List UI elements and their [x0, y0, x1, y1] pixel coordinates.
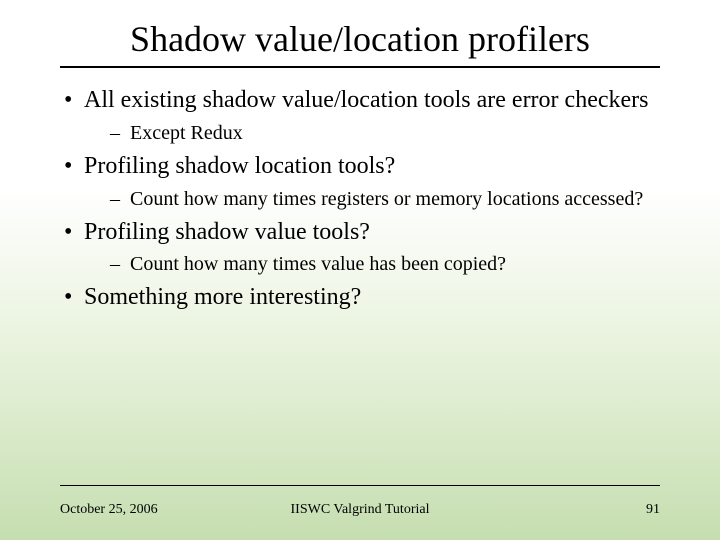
sub-bullet-text: Count how many times value has been copi… [130, 253, 506, 275]
sub-bullet-item: Count how many times value has been copi… [108, 252, 660, 277]
sub-bullet-list: Count how many times value has been copi… [84, 252, 660, 277]
footer-date: October 25, 2006 [60, 502, 158, 518]
slide-title: Shadow value/location profilers [60, 18, 660, 68]
bullet-item: All existing shadow value/location tools… [60, 86, 660, 146]
bullet-text: Something more interesting? [84, 284, 361, 310]
bullet-item: Something more interesting? [60, 283, 660, 312]
bullet-list: All existing shadow value/location tools… [60, 86, 660, 312]
bullet-item: Profiling shadow value tools? Count how … [60, 218, 660, 278]
sub-bullet-item: Except Redux [108, 121, 660, 146]
slide-content: All existing shadow value/location tools… [40, 86, 680, 312]
bullet-text: Profiling shadow value tools? [84, 219, 370, 245]
bullet-text: Profiling shadow location tools? [84, 153, 395, 179]
sub-bullet-text: Count how many times registers or memory… [130, 188, 643, 210]
footer-divider [60, 485, 660, 486]
bullet-text: All existing shadow value/location tools… [84, 87, 648, 113]
sub-bullet-list: Count how many times registers or memory… [84, 187, 660, 212]
sub-bullet-list: Except Redux [84, 121, 660, 146]
bullet-item: Profiling shadow location tools? Count h… [60, 152, 660, 212]
sub-bullet-item: Count how many times registers or memory… [108, 187, 660, 212]
slide-footer: October 25, 2006 IISWC Valgrind Tutorial… [0, 502, 720, 518]
footer-page-number: 91 [646, 502, 660, 518]
sub-bullet-text: Except Redux [130, 122, 243, 144]
slide: Shadow value/location profilers All exis… [0, 0, 720, 540]
